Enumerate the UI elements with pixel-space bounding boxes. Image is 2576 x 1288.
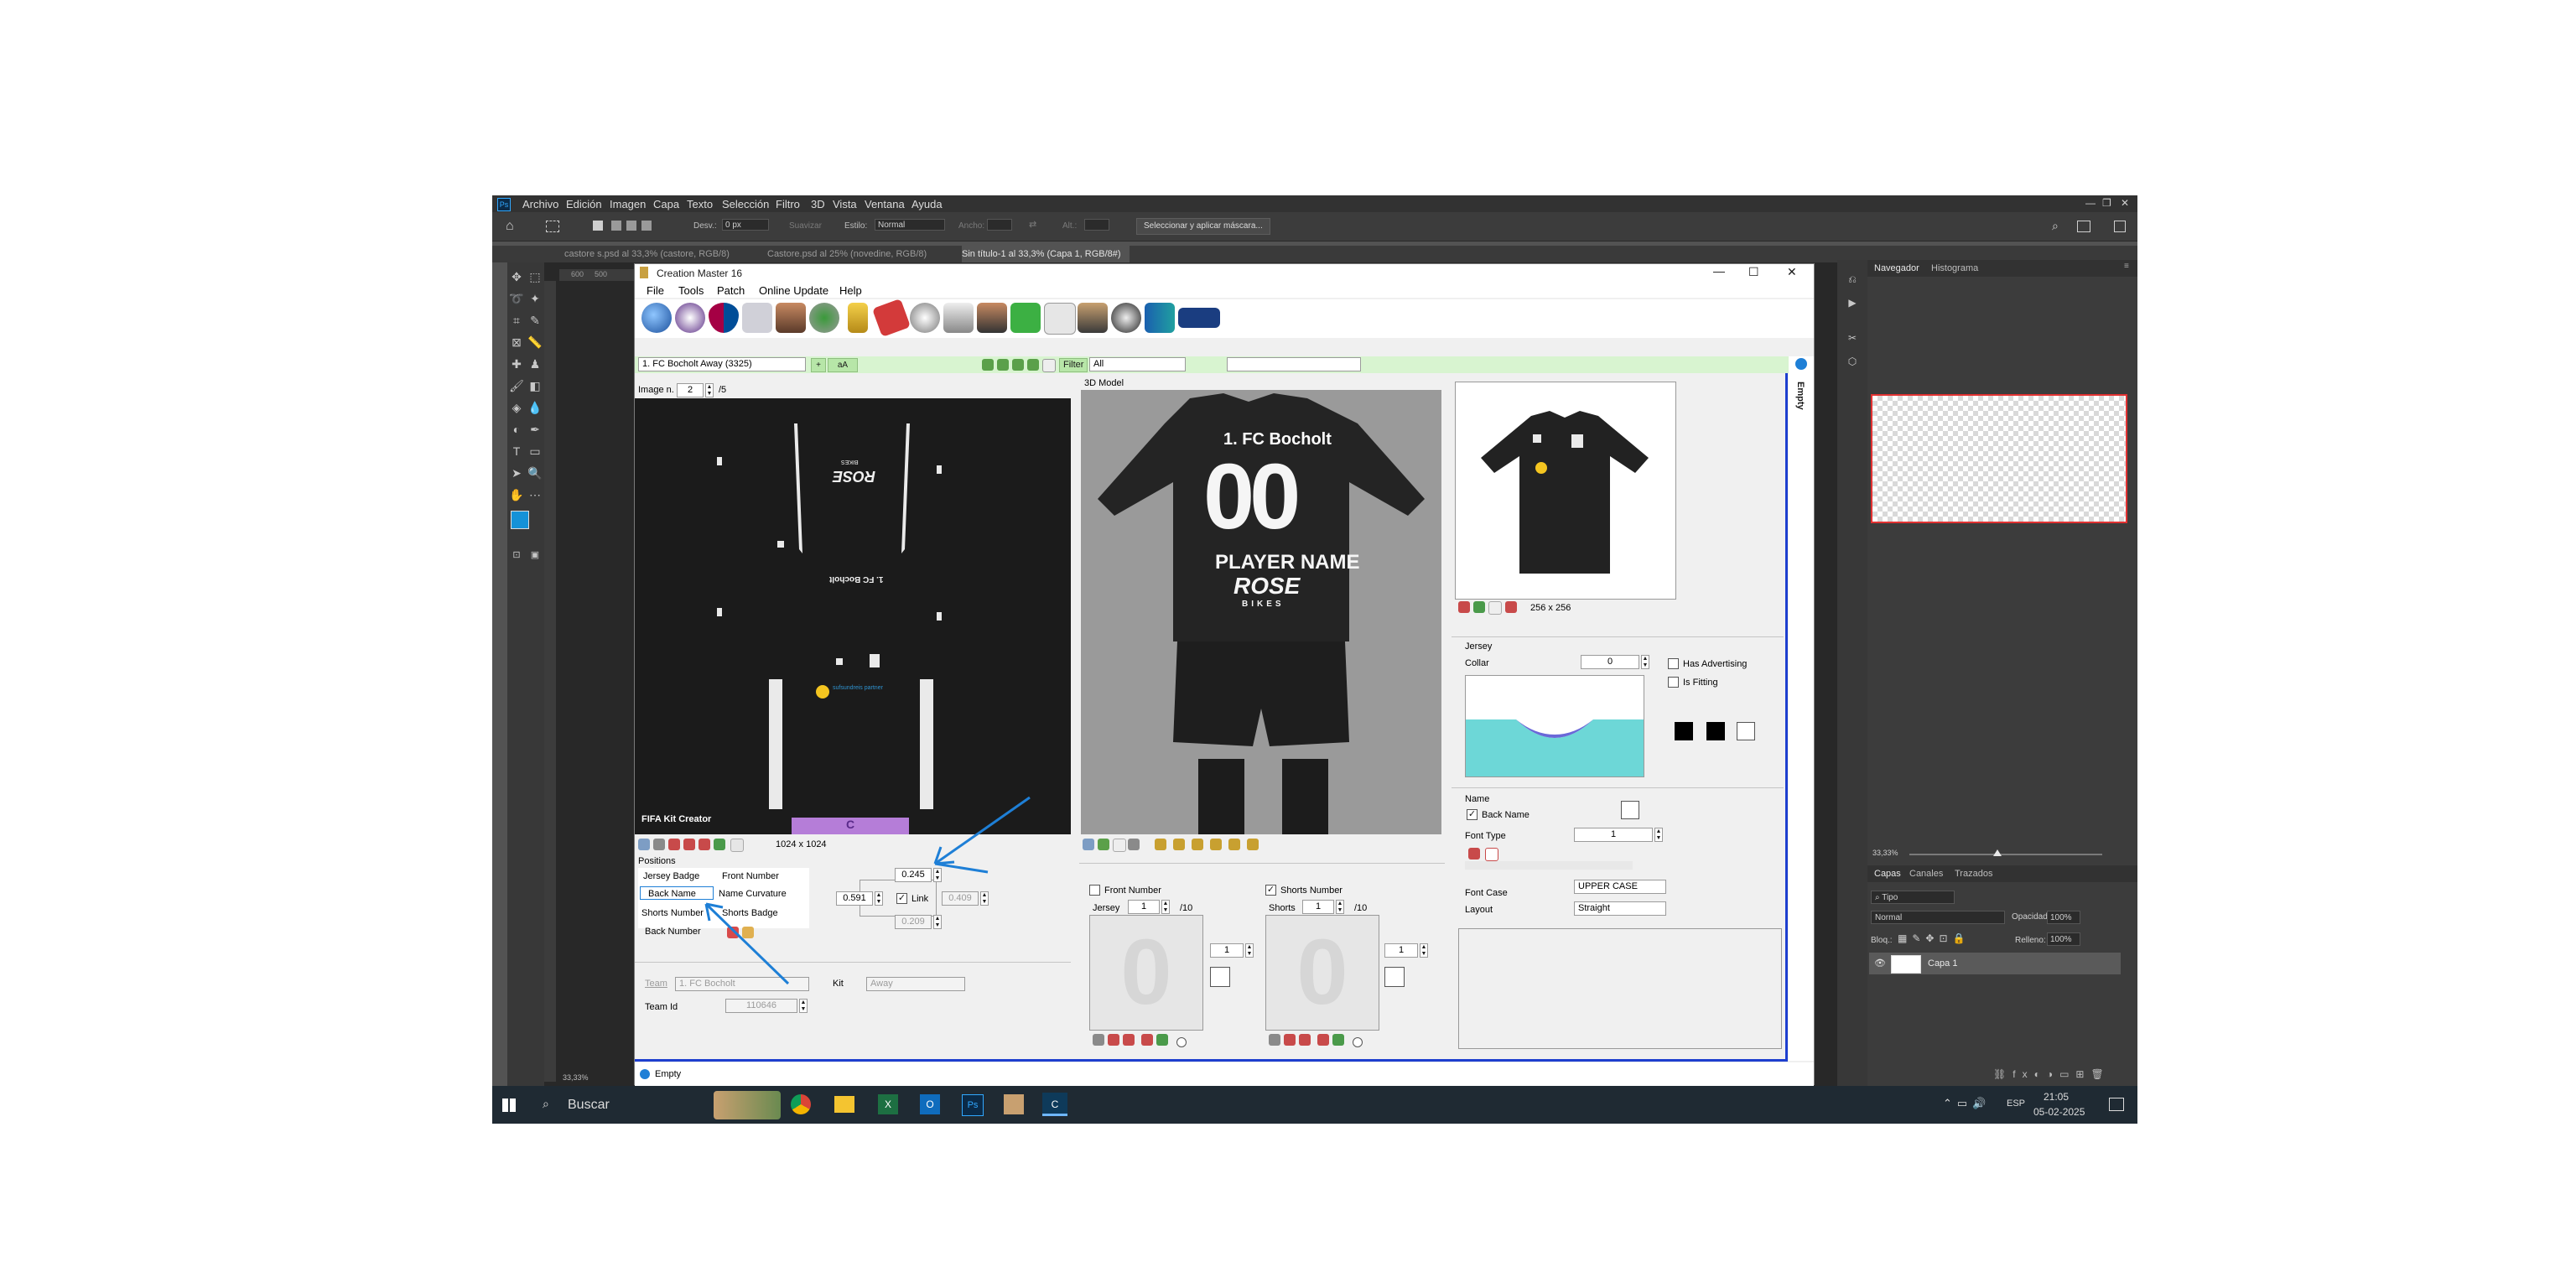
- photoshop-taskbar-icon[interactable]: Ps: [962, 1094, 984, 1116]
- windows-start-icon[interactable]: [502, 1098, 516, 1112]
- excel-icon[interactable]: X: [878, 1094, 898, 1114]
- photos-icon[interactable]: [1004, 1094, 1024, 1114]
- creation-master-taskbar-icon[interactable]: C: [1042, 1093, 1067, 1116]
- taskbar-weather-icon[interactable]: [714, 1091, 781, 1119]
- outlook-icon[interactable]: O: [920, 1094, 940, 1114]
- file-explorer-icon[interactable]: [834, 1096, 854, 1113]
- language-indicator[interactable]: ESP: [2007, 1098, 2025, 1109]
- taskbar-search-icon[interactable]: ⌕: [543, 1097, 549, 1111]
- clock-date[interactable]: 05-02-2025: [2033, 1106, 2085, 1118]
- notifications-icon[interactable]: [2109, 1098, 2124, 1111]
- taskbar-search-text[interactable]: Buscar: [568, 1098, 610, 1113]
- tray-icons[interactable]: ⌃▭🔊: [1943, 1097, 1991, 1110]
- windows-taskbar: ⌕ Buscar X O Ps C ⌃▭🔊 ESP 21:05 05-02-20…: [492, 1086, 2137, 1124]
- arrow-left-stroke: [934, 862, 989, 874]
- clock-time[interactable]: 21:05: [2044, 1091, 2069, 1103]
- arrow-to-position-value: [934, 796, 1031, 865]
- chrome-icon[interactable]: [791, 1094, 811, 1114]
- arrow-to-back-name: [704, 902, 790, 985]
